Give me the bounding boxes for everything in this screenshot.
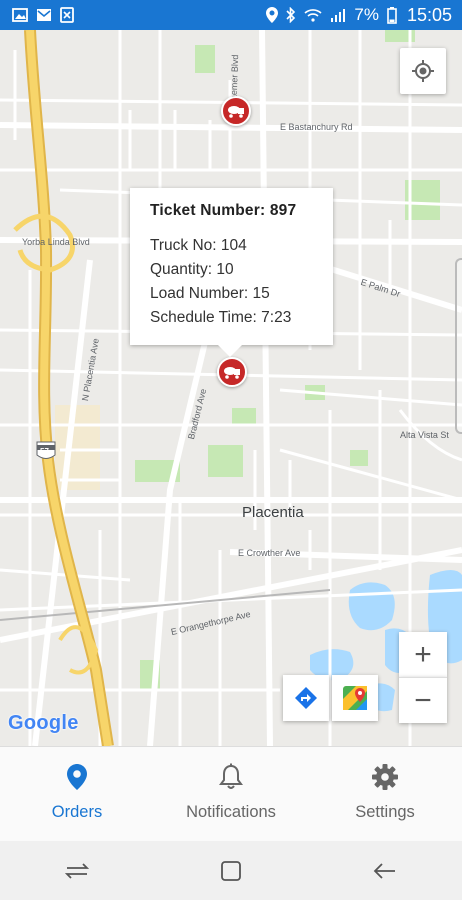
status-notifications <box>12 7 74 23</box>
city-label: Placentia <box>242 504 304 521</box>
wifi-icon <box>304 8 322 22</box>
app-notification-icon <box>60 7 74 23</box>
plus-icon: + <box>414 637 432 671</box>
bottom-navigation: Orders Notifications Settings <box>0 746 462 842</box>
map-base <box>0 30 462 746</box>
home-icon <box>221 860 241 881</box>
street-bastanchury: E Bastanchury Rd <box>280 122 353 132</box>
edge-panel-handle[interactable] <box>455 258 462 434</box>
tab-settings-label: Settings <box>355 803 415 821</box>
schedule-time: Schedule Time: 7:23 <box>150 309 292 326</box>
bluetooth-icon <box>286 7 296 23</box>
back-arrow-icon <box>373 862 395 879</box>
tab-notifications-label: Notifications <box>186 803 276 821</box>
directions-button[interactable] <box>283 675 329 721</box>
truck-marker[interactable] <box>221 96 251 126</box>
location-pin-icon <box>67 764 87 790</box>
tab-orders[interactable]: Orders <box>0 747 154 842</box>
back-button[interactable] <box>355 851 415 891</box>
location-status-icon <box>266 7 279 23</box>
gear-icon <box>372 764 398 790</box>
zoom-in-button[interactable]: + <box>399 632 447 677</box>
directions-icon <box>295 687 317 709</box>
bell-icon <box>219 763 243 789</box>
google-logo: Google <box>8 712 79 734</box>
status-bar: 7% 15:05 <box>0 0 462 30</box>
google-maps-icon <box>343 686 367 710</box>
street-yorba-linda: Yorba Linda Blvd <box>22 237 90 247</box>
selected-truck-marker[interactable] <box>217 357 247 387</box>
quantity: Quantity: 10 <box>150 261 234 278</box>
clock: 15:05 <box>406 4 452 25</box>
tab-orders-label: Orders <box>51 803 103 821</box>
mail-notification-icon <box>36 8 52 22</box>
crosshair-icon <box>412 60 434 82</box>
open-google-maps-button[interactable] <box>332 675 378 721</box>
zoom-out-button[interactable]: − <box>399 677 447 723</box>
minus-icon: − <box>414 683 432 717</box>
mixer-truck-icon <box>228 106 244 118</box>
tab-settings[interactable]: Settings <box>308 747 462 842</box>
system-navigation-bar <box>0 841 462 900</box>
shield-57-label: 57 <box>40 447 49 456</box>
battery-percent: 7% <box>354 5 379 24</box>
battery-icon <box>387 6 397 24</box>
map-view[interactable]: 57 Yorba Linda Blvd E Bastanchury Rd N K… <box>0 30 462 746</box>
ticket-info-window[interactable]: Ticket Number: 897 Truck No: 104 Quantit… <box>130 188 333 357</box>
home-button[interactable] <box>201 851 261 891</box>
image-notification-icon <box>12 8 28 22</box>
truck-number: Truck No: 104 <box>150 237 247 254</box>
ticket-number: Ticket Number: 897 <box>150 202 297 219</box>
my-location-button[interactable] <box>400 48 446 94</box>
street-alta-vista: Alta Vista St <box>400 430 449 440</box>
status-system: 7% 15:05 <box>266 5 452 26</box>
tab-notifications[interactable]: Notifications <box>154 747 308 842</box>
recent-apps-icon <box>65 862 89 879</box>
signal-icon <box>330 8 346 22</box>
recent-apps-button[interactable] <box>47 851 107 891</box>
load-number: Load Number: 15 <box>150 285 270 302</box>
mixer-truck-icon <box>224 367 240 379</box>
street-crowther: E Crowther Ave <box>238 548 301 558</box>
